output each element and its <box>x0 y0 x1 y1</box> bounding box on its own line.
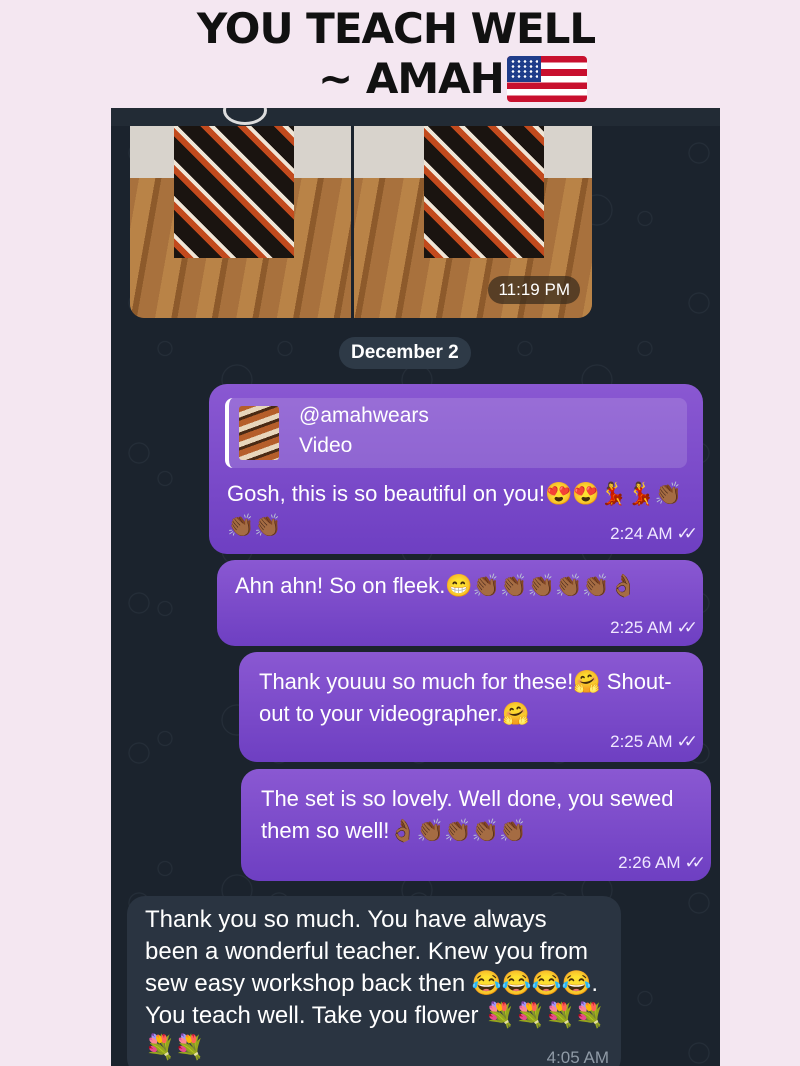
read-receipt-icon: ✓✓ <box>676 618 698 637</box>
outgoing-message[interactable]: @amahwears Video Gosh, this is so beauti… <box>209 384 703 554</box>
message-meta: 2:24 AM ✓✓ <box>610 524 698 544</box>
message-text: The set is so lovely. Well done, you sew… <box>261 786 674 843</box>
message-time: 4:05 AM <box>546 1048 609 1066</box>
outgoing-message[interactable]: Thank youuu so much for these!🤗 Shout-ou… <box>239 652 703 762</box>
page-title: YOU TEACH WELL <box>196 4 596 53</box>
chat-top-bar <box>111 108 720 126</box>
message-time: 2:25 AM <box>610 732 673 751</box>
reply-username: @amahwears <box>299 404 429 427</box>
message-time: 11:19 PM <box>488 276 580 304</box>
reply-media-type: Video <box>299 434 353 457</box>
us-flag-icon <box>507 56 587 102</box>
reply-thumbnail <box>239 406 279 460</box>
message-text: Thank youuu so much for these!🤗 Shout-ou… <box>259 669 672 726</box>
author-signature: ~ AMAH <box>318 54 505 103</box>
photo-thumbnail[interactable] <box>130 126 351 318</box>
message-meta: 2:25 AM ✓✓ <box>610 732 698 752</box>
message-meta: 2:26 AM ✓✓ <box>618 853 706 873</box>
message-time: 2:25 AM <box>610 618 673 637</box>
outgoing-message[interactable]: Ahn ahn! So on fleek.😁👏🏾👏🏾👏🏾👏🏾👏🏾👌🏾 2:25 … <box>217 560 703 646</box>
message-text: Ahn ahn! So on fleek.😁👏🏾👏🏾👏🏾👏🏾👏🏾👌🏾 <box>235 573 638 598</box>
date-separator: December 2 <box>339 337 471 369</box>
reply-quote[interactable]: @amahwears Video <box>225 398 687 468</box>
read-receipt-icon: ✓✓ <box>676 732 698 751</box>
message-time: 2:26 AM <box>618 853 681 872</box>
message-text: Thank you so much. You have always been … <box>145 906 605 1061</box>
chat-window[interactable]: 11:19 PM December 2 @amahwears Video Gos… <box>111 108 720 1066</box>
media-album-message[interactable]: 11:19 PM <box>130 126 592 318</box>
avatar[interactable] <box>223 108 267 125</box>
message-time: 2:24 AM <box>610 524 673 543</box>
read-receipt-icon: ✓✓ <box>676 524 698 543</box>
read-receipt-icon: ✓✓ <box>684 853 706 872</box>
incoming-message[interactable]: Thank you so much. You have always been … <box>127 896 621 1066</box>
message-meta: 2:25 AM ✓✓ <box>610 618 698 638</box>
outgoing-message[interactable]: The set is so lovely. Well done, you sew… <box>241 769 711 881</box>
